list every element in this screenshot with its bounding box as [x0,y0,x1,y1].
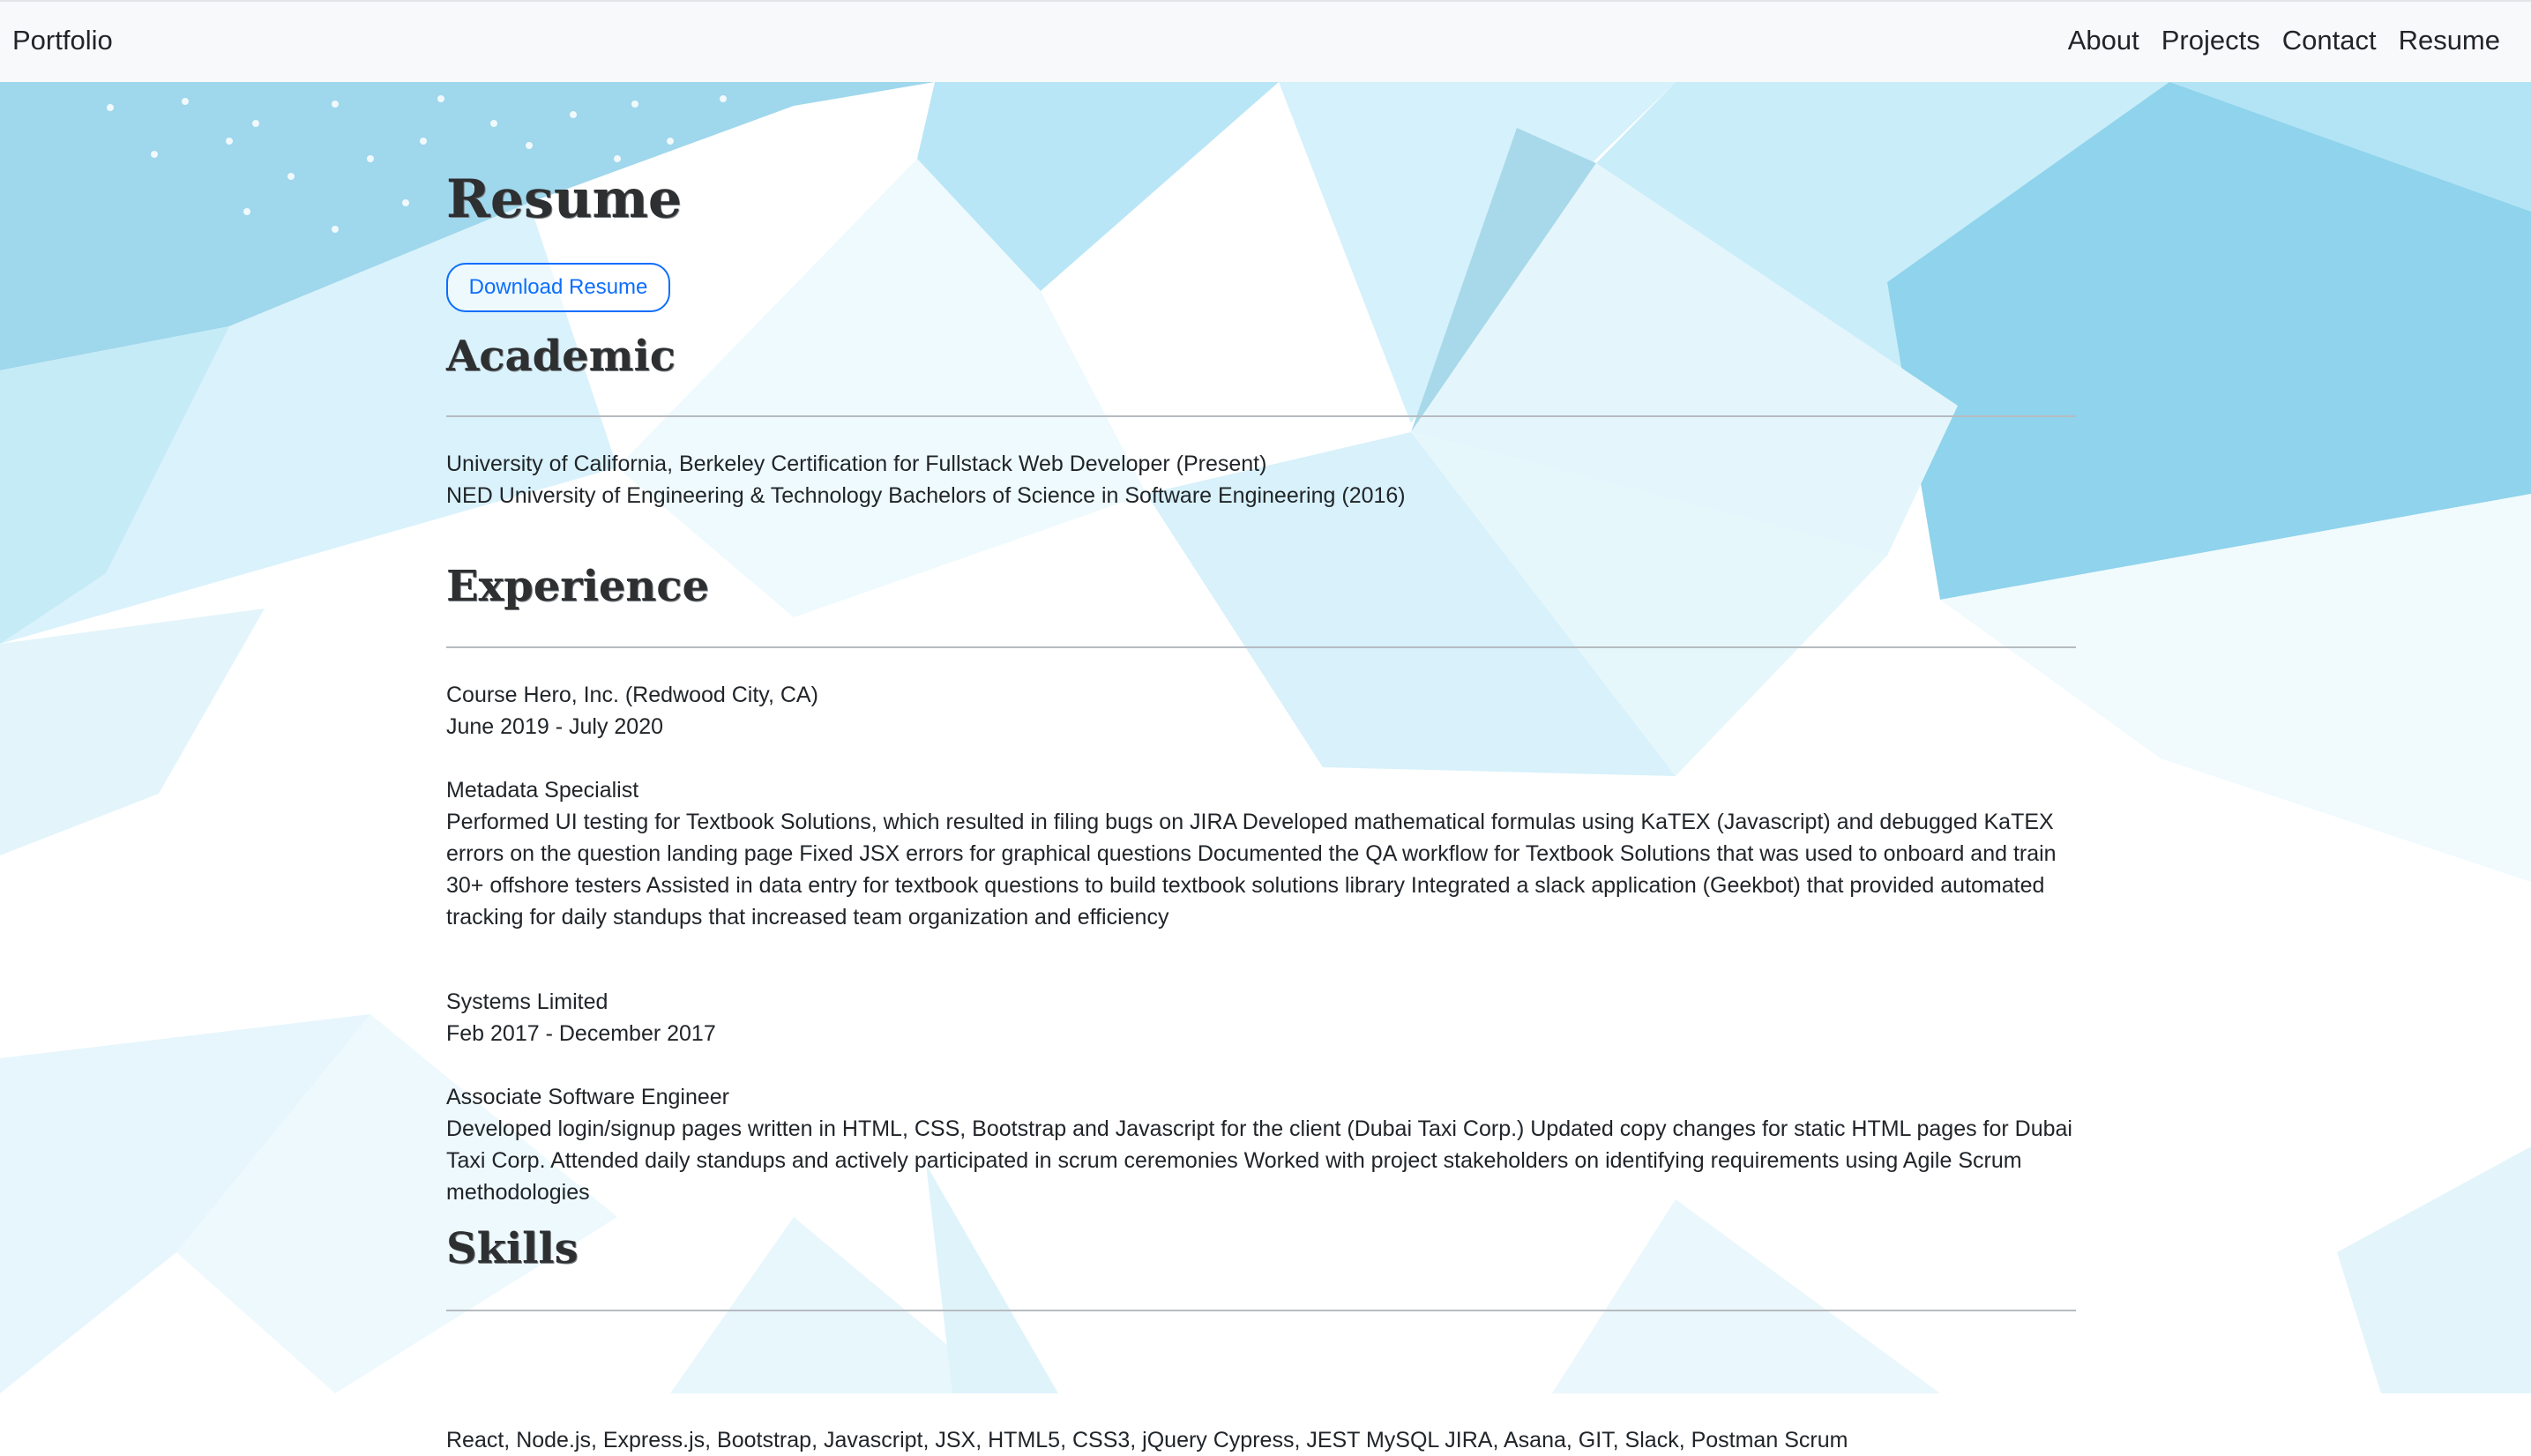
brand-link[interactable]: Portfolio [12,25,113,56]
page-title: Resume [446,168,683,230]
job-description: Developed login/signup pages written in … [446,1116,2072,1205]
nav-link-contact[interactable]: Contact [2282,25,2377,56]
academic-divider [446,415,2076,417]
skills-heading: Skills [446,1224,579,1273]
top-navbar: Portfolio About Projects Contact Resume [0,0,2531,82]
experience-heading: Experience [446,562,710,611]
nav-link-resume[interactable]: Resume [2399,25,2500,56]
job-dates: June 2019 - July 2020 [446,714,664,739]
nav-link-projects[interactable]: Projects [2161,25,2260,56]
job-company: Course Hero, Inc. (Redwood City, CA) [446,683,818,707]
download-resume-button[interactable]: Download Resume [446,263,670,312]
experience-divider [446,646,2076,648]
skills-list: React, Node.js, Express.js, Bootstrap, J… [446,1428,1848,1452]
academic-item: NED University of Engineering & Technolo… [446,483,1406,508]
academic-item: University of California, Berkeley Certi… [446,452,1267,476]
job-role: Metadata Specialist [446,778,639,803]
academic-heading: Academic [446,332,676,381]
job-description: Performed UI testing for Textbook Soluti… [446,810,2057,930]
job-company: Systems Limited [446,989,608,1014]
nav-link-about[interactable]: About [2068,25,2139,56]
skills-divider [446,1310,2076,1311]
nav-links: About Projects Contact Resume [2068,25,2500,56]
job-dates: Feb 2017 - December 2017 [446,1021,716,1046]
job-role: Associate Software Engineer [446,1085,730,1109]
